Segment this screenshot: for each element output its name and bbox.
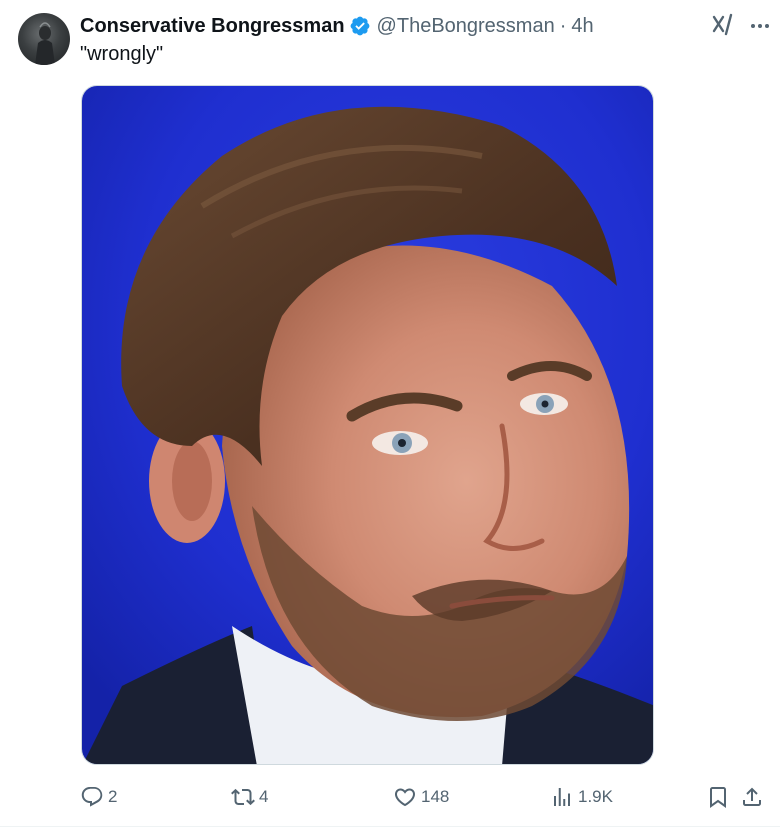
reply-icon	[81, 787, 103, 807]
bookmark-icon	[710, 787, 726, 808]
grok-icon[interactable]	[710, 12, 736, 38]
tweet-header: Conservative Bongressman @TheBongressman…	[80, 12, 594, 40]
tweet-text: "wrongly"	[80, 43, 164, 65]
divider	[0, 826, 780, 827]
views-count: 1.9K	[578, 787, 613, 806]
verified-badge-icon	[350, 16, 369, 36]
views-button[interactable]: 1.9K	[550, 780, 613, 814]
like-count: 148	[421, 787, 450, 806]
repost-button[interactable]: 4	[231, 780, 268, 814]
views-icon	[554, 788, 570, 806]
portrait-photo	[82, 86, 653, 764]
share-icon	[743, 787, 761, 806]
share-button[interactable]	[740, 780, 764, 814]
bookmark-button[interactable]	[706, 780, 730, 814]
repost-count: 4	[259, 787, 269, 806]
action-bar: 2 4 148 1.9K	[0, 780, 780, 814]
like-icon	[394, 788, 416, 807]
repost-icon	[231, 788, 255, 806]
tweet[interactable]: Conservative Bongressman @TheBongressman…	[0, 0, 780, 836]
avatar[interactable]	[18, 13, 70, 65]
more-icon[interactable]	[748, 14, 772, 38]
handle[interactable]: @TheBongressman	[377, 15, 555, 38]
display-name[interactable]: Conservative Bongressman	[80, 15, 345, 38]
like-button[interactable]: 148	[393, 780, 449, 814]
reply-button[interactable]: 2	[80, 780, 117, 814]
separator-dot: ·	[559, 14, 567, 37]
tweet-photo[interactable]	[81, 85, 654, 765]
reply-count: 2	[108, 787, 118, 806]
timestamp[interactable]: 4h	[571, 15, 593, 38]
